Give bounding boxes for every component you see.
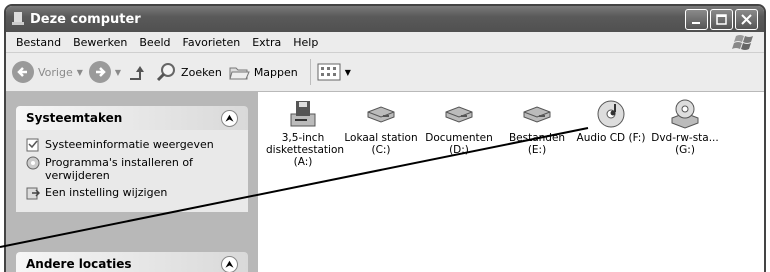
dvd-drive-icon [671, 99, 699, 129]
task-label: Programma's installeren of verwijderen [45, 156, 193, 182]
hard-drive-icon [367, 106, 395, 123]
windows-logo-icon [732, 35, 753, 50]
drive-label: Lokaal station (C:) [344, 132, 418, 156]
forward-arrow-icon [88, 61, 111, 83]
minimize-button[interactable] [685, 8, 708, 30]
task-change-setting[interactable]: Een instelling wijzigen [26, 186, 248, 200]
drive-label: Bestanden (E:) [508, 132, 566, 156]
task-install-programs[interactable]: Programma's installeren of verwijderen [26, 156, 248, 182]
task-label: Systeeminformatie weergeven [45, 138, 214, 151]
back-dropdown-icon[interactable]: ▼ [77, 68, 83, 77]
toolbar: Vorige ▼ ▼ Zoeken Mappen ▼ [6, 53, 764, 92]
title-bar[interactable]: Deze computer [6, 6, 764, 32]
drive-e[interactable]: Bestanden (E:) [500, 98, 574, 156]
install-icon [26, 156, 40, 170]
task-system-info[interactable]: Systeeminformatie weergeven [26, 138, 248, 152]
drive-label: Dvd-rw-sta... (G:) [651, 132, 719, 156]
menu-bar: Bestand Bewerken Beeld Favorieten Extra … [6, 32, 764, 53]
drive-g[interactable]: Dvd-rw-sta... (G:) [648, 98, 722, 156]
drive-label: 3,5-inch diskettestation (A:) [266, 132, 345, 168]
search-button[interactable]: Zoeken [155, 61, 222, 83]
window-title: Deze computer [30, 11, 141, 27]
close-button[interactable] [735, 8, 758, 30]
back-button[interactable]: Vorige ▼ [12, 61, 83, 83]
menu-extra[interactable]: Extra [246, 36, 287, 49]
other-places-title: Andere locaties [26, 257, 132, 271]
explorer-window: Deze computer Bestand Bewerken Beeld Fav… [4, 4, 766, 272]
folder-up-icon [130, 66, 145, 80]
audio-cd-icon [597, 100, 625, 128]
system-tasks-body: Systeeminformatie weergeven Programma's … [16, 130, 248, 212]
views-icon [317, 63, 341, 81]
minimize-icon [692, 21, 700, 24]
hard-drive-icon [523, 106, 551, 123]
task-pane: Systeemtaken ⮝ Systeeminformatie weergev… [6, 92, 258, 272]
menu-help[interactable]: Help [287, 36, 324, 49]
drive-label: Documenten (D:) [425, 132, 493, 156]
hard-drive-icon [445, 106, 473, 123]
settings-icon [26, 187, 40, 200]
task-label: Een instelling wijzigen [45, 186, 168, 199]
forward-dropdown-icon[interactable]: ▼ [115, 68, 121, 77]
menu-favorieten[interactable]: Favorieten [177, 36, 247, 49]
other-places-panel: Andere locaties ⮝ [16, 252, 248, 272]
back-label: Vorige [38, 65, 73, 79]
system-tasks-panel: Systeemtaken ⮝ Systeeminformatie weergev… [16, 106, 248, 212]
floppy-drive-icon [290, 101, 316, 127]
system-tasks-header[interactable]: Systeemtaken ⮝ [16, 106, 248, 130]
close-icon [741, 13, 752, 25]
computer-icon [12, 12, 24, 25]
views-dropdown-icon[interactable]: ▼ [345, 68, 351, 77]
folders-button[interactable]: Mappen [228, 61, 298, 83]
drive-d[interactable]: Documenten (D:) [422, 98, 496, 156]
menu-bestand[interactable]: Bestand [10, 36, 67, 49]
folders-label: Mappen [253, 65, 298, 79]
drive-c[interactable]: Lokaal station (C:) [344, 98, 418, 156]
info-icon [26, 138, 39, 152]
search-icon [156, 63, 176, 82]
menu-beeld[interactable]: Beeld [133, 36, 176, 49]
back-arrow-icon [12, 61, 34, 83]
up-folder-button[interactable] [127, 61, 149, 83]
views-button[interactable]: ▼ [317, 63, 351, 81]
search-label: Zoeken [181, 65, 222, 79]
drive-f[interactable]: Audio CD (F:) [574, 98, 648, 144]
toolbar-separator [309, 59, 311, 85]
drive-label: Audio CD (F:) [576, 132, 646, 144]
menu-bewerken[interactable]: Bewerken [67, 36, 133, 49]
drive-list: 3,5-inch diskettestation (A:) Lokaal sta… [258, 92, 764, 272]
other-places-header[interactable]: Andere locaties ⮝ [16, 252, 248, 272]
folders-icon [229, 67, 250, 80]
maximize-button[interactable] [710, 8, 733, 30]
maximize-icon [716, 13, 727, 25]
system-tasks-title: Systeemtaken [26, 111, 123, 125]
collapse-icon[interactable]: ⮝ [221, 110, 238, 127]
forward-button[interactable]: ▼ [88, 61, 121, 83]
drive-a[interactable]: 3,5-inch diskettestation (A:) [266, 98, 345, 168]
